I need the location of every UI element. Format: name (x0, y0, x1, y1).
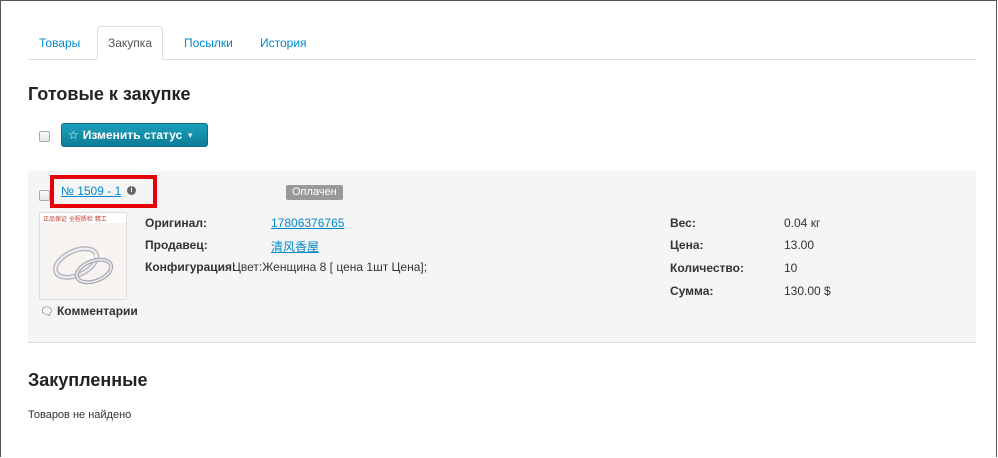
tab-products[interactable]: Товары (28, 26, 91, 59)
weight-value: 0.04 кг (784, 216, 821, 230)
comments-label: Комментарии (56, 304, 138, 318)
tab-history[interactable]: История (249, 26, 318, 59)
status-badge: Оплачен (286, 185, 343, 200)
original-label: Оригинал: (145, 216, 207, 230)
comments-link[interactable]: 🗨 Комментарии (40, 304, 138, 318)
select-all-checkbox[interactable] (39, 131, 50, 142)
weight-label: Вес: (670, 216, 696, 230)
star-icon: ☆ (68, 128, 79, 142)
thumb-caption: 正品保证 全程质检 精工 (43, 215, 107, 223)
ring-image-icon: 正品保证 全程质检 精工 (40, 213, 126, 299)
change-status-button[interactable]: ☆ Изменить статус ▼ (61, 123, 208, 147)
seller-link[interactable]: 清风香屋 (271, 238, 319, 255)
empty-message: Товаров не найдено (28, 409, 132, 421)
quantity-label: Количество: (670, 261, 744, 275)
tab-purchase[interactable]: Закупка (97, 26, 163, 60)
config-label: Конфигурация: (145, 260, 237, 274)
order-checkbox[interactable] (39, 190, 50, 201)
change-status-label: Изменить статус (82, 128, 183, 142)
highlight-box (50, 175, 157, 208)
product-thumbnail[interactable]: 正品保证 全程质检 精工 (39, 212, 127, 300)
config-value: Цвет:Женщина 8 [ цена 1шт Цена]; (232, 260, 428, 274)
tab-bar: Товары Закупка Посылки История (28, 26, 976, 60)
ready-section-title: Готовые к закупке (28, 84, 191, 104)
caret-down-icon: ▼ (186, 130, 195, 140)
sum-value: 130.00 $ (784, 284, 831, 298)
bought-section-title: Закупленные (28, 370, 148, 390)
comment-bubble-icon: 🗨 (40, 305, 54, 318)
price-value: 13.00 (784, 238, 815, 252)
sum-label: Сумма: (670, 284, 714, 298)
seller-label: Продавец: (145, 238, 208, 252)
order-card (28, 171, 976, 343)
quantity-value: 10 (784, 261, 798, 275)
tab-parcels[interactable]: Посылки (173, 26, 244, 59)
price-label: Цена: (670, 238, 704, 252)
original-link[interactable]: 17806376765 (271, 216, 344, 230)
